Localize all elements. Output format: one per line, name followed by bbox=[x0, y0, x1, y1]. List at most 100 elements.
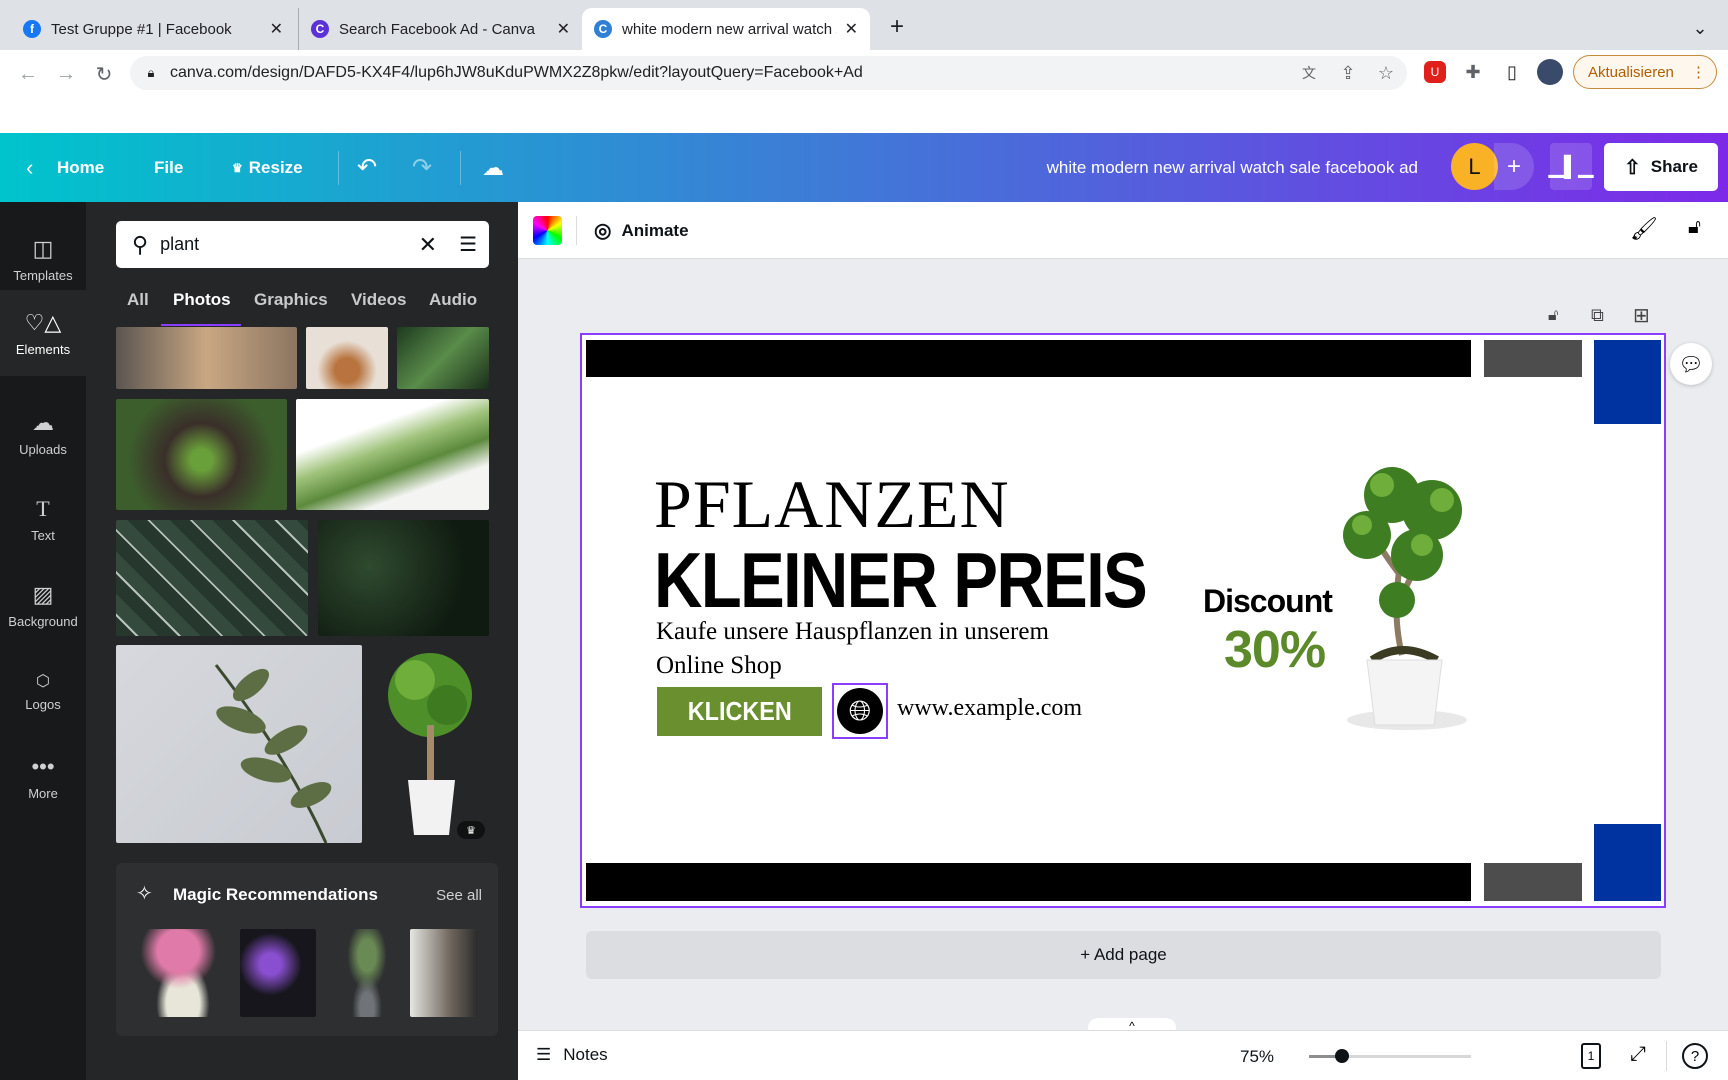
photo-thumbnail[interactable] bbox=[116, 520, 308, 636]
fullscreen-icon[interactable]: ⤢ bbox=[1630, 1043, 1646, 1066]
resize-button[interactable]: ♛ Resize bbox=[232, 133, 303, 202]
user-avatar[interactable]: L bbox=[1451, 143, 1498, 190]
add-comment-icon[interactable]: 💬︎ bbox=[1670, 343, 1712, 385]
bottom-black-bar bbox=[586, 863, 1471, 901]
website-text[interactable]: www.example.com bbox=[897, 695, 1082, 722]
sidebar-item-more[interactable]: ••• More bbox=[0, 734, 86, 820]
magic-recommendations: ✧ Magic Recommendations See all bbox=[116, 863, 498, 1036]
add-page-button[interactable]: + Add page bbox=[586, 931, 1661, 979]
see-all-link[interactable]: See all bbox=[436, 887, 482, 904]
search-input[interactable]: ⚲ plant ✕ ☰ bbox=[116, 221, 489, 268]
profile-avatar[interactable] bbox=[1537, 59, 1563, 85]
globe-icon[interactable]: 🌐︎ bbox=[832, 683, 888, 739]
background-hatch-icon: ▨ bbox=[32, 581, 54, 607]
help-icon[interactable]: ? bbox=[1682, 1043, 1708, 1069]
close-tab-icon[interactable]: ✕ bbox=[557, 19, 570, 39]
invite-plus-icon[interactable]: + bbox=[1494, 143, 1534, 190]
photo-thumbnail[interactable] bbox=[306, 327, 388, 389]
animate-button[interactable]: ◎ Animate bbox=[594, 216, 689, 245]
tab-audio[interactable]: Audio bbox=[429, 290, 477, 310]
browser-tab[interactable]: f Test Gruppe #1 | Facebook ✕ bbox=[11, 8, 295, 50]
canva-icon: C bbox=[311, 20, 329, 38]
close-tab-icon[interactable]: ✕ bbox=[270, 19, 283, 39]
redo-icon[interactable]: ↷ bbox=[412, 133, 432, 202]
add-page-icon[interactable]: ⊞ bbox=[1633, 303, 1650, 328]
reload-icon[interactable]: ↻ bbox=[90, 60, 118, 88]
search-icon: ⚲ bbox=[132, 231, 149, 257]
photo-thumbnail[interactable] bbox=[116, 399, 287, 510]
new-tab-icon[interactable]: + bbox=[884, 13, 910, 40]
insights-chart-icon[interactable]: ▁▌▁ bbox=[1549, 143, 1593, 190]
recommendation-thumbnail[interactable] bbox=[410, 929, 478, 1017]
sidebar-item-background[interactable]: ▨ Background bbox=[0, 562, 86, 648]
forward-icon[interactable]: → bbox=[52, 60, 80, 88]
undo-icon[interactable]: ↶ bbox=[357, 133, 377, 202]
browser-tab-active[interactable]: C white modern new arrival watch sale fa… bbox=[582, 8, 870, 50]
translate-icon[interactable]: 文 bbox=[1298, 62, 1320, 84]
design-canvas[interactable]: PFLANZEN KLEINER PREIS Kaufe unsere Haus… bbox=[580, 333, 1666, 908]
notes-button[interactable]: ☰ Notes bbox=[536, 1045, 608, 1065]
recommendation-thumbnail[interactable] bbox=[136, 929, 230, 1017]
active-tab-underline bbox=[161, 324, 241, 326]
paint-roller-icon[interactable]: 🖌︎ bbox=[1630, 216, 1658, 242]
zoom-slider[interactable] bbox=[1309, 1049, 1471, 1063]
facebook-icon: f bbox=[23, 20, 41, 38]
notes-icon: ☰ bbox=[536, 1045, 552, 1064]
potted-plant-image[interactable] bbox=[1322, 455, 1492, 735]
home-button[interactable]: Home bbox=[57, 133, 104, 202]
tab-all[interactable]: All bbox=[127, 290, 149, 310]
photo-thumbnail[interactable] bbox=[318, 520, 489, 636]
photo-thumbnail[interactable] bbox=[296, 399, 489, 510]
tab-graphics[interactable]: Graphics bbox=[254, 290, 328, 310]
filter-sliders-icon[interactable]: ☰ bbox=[459, 232, 477, 257]
zoom-slider-knob[interactable] bbox=[1335, 1049, 1349, 1063]
templates-icon: ◫ bbox=[32, 235, 54, 261]
bookmark-star-icon[interactable]: ☆ bbox=[1375, 62, 1397, 84]
close-tab-icon[interactable]: ✕ bbox=[845, 19, 858, 39]
design-title[interactable]: white modern new arrival watch sale face… bbox=[1047, 133, 1418, 202]
headline-kleiner-preis[interactable]: KLEINER PREIS bbox=[654, 535, 1148, 626]
top-black-bar bbox=[586, 340, 1471, 377]
page-count-icon[interactable]: 1 bbox=[1581, 1043, 1601, 1069]
update-button[interactable]: Aktualisieren ⋮ bbox=[1573, 55, 1717, 89]
subtitle-text[interactable]: Kaufe unsere Hauspflanzen in unserem Onli… bbox=[656, 615, 1049, 683]
sidebar-item-logos[interactable]: ⬡ Logos bbox=[0, 648, 86, 734]
duplicate-page-icon[interactable]: ⧉ bbox=[1591, 305, 1604, 326]
tab-list-chevron-icon[interactable]: ⌄ bbox=[1688, 16, 1712, 40]
url-bar[interactable]: 🔒︎ canva.com/design/DAFD5-KX4F4/lup6hJW8… bbox=[130, 56, 1407, 90]
browser-tab[interactable]: C Search Facebook Ad - Canva ✕ bbox=[298, 8, 582, 50]
share-button[interactable]: ⇧ Share bbox=[1604, 143, 1718, 191]
upload-icon: ⇧ bbox=[1623, 156, 1641, 179]
lock-page-icon[interactable]: 🔓︎ bbox=[1548, 307, 1558, 325]
chevron-left-icon[interactable]: ‹ bbox=[26, 133, 33, 202]
crown-icon: ♛ bbox=[232, 160, 243, 175]
extensions-puzzle-icon[interactable]: ✚ bbox=[1462, 61, 1484, 83]
sidebar-item-uploads[interactable]: ☁ Uploads bbox=[0, 390, 86, 476]
clear-search-icon[interactable]: ✕ bbox=[419, 232, 437, 258]
cloud-saved-icon[interactable]: ☁ bbox=[482, 133, 504, 202]
discount-label[interactable]: Discount bbox=[1203, 583, 1333, 620]
lock-icon: 🔒︎ bbox=[147, 65, 155, 80]
klicken-button[interactable]: KLICKEN bbox=[657, 687, 822, 736]
sidebar-item-text[interactable]: T Text bbox=[0, 476, 86, 562]
share-page-icon[interactable]: ⇪ bbox=[1337, 62, 1359, 84]
tab-videos[interactable]: Videos bbox=[351, 290, 406, 310]
canva-header: ‹ Home File ♛ Resize ↶ ↷ ☁ white modern n… bbox=[0, 133, 1728, 202]
photo-thumbnail-jade-plant[interactable]: ♛ bbox=[375, 645, 489, 843]
photo-thumbnail[interactable] bbox=[397, 327, 489, 389]
photo-thumbnail[interactable] bbox=[116, 327, 297, 389]
file-menu-button[interactable]: File bbox=[154, 133, 183, 202]
color-picker-swatch[interactable] bbox=[533, 216, 562, 245]
sidebar-item-elements[interactable]: ♡△ Elements bbox=[0, 290, 86, 376]
recommendation-thumbnail[interactable] bbox=[240, 929, 316, 1017]
photo-thumbnail[interactable] bbox=[116, 645, 362, 843]
back-icon[interactable]: ← bbox=[14, 60, 42, 88]
side-panel-icon[interactable]: ▯ bbox=[1501, 61, 1523, 83]
recommendation-thumbnail[interactable] bbox=[332, 929, 402, 1017]
tab-photos[interactable]: Photos bbox=[173, 290, 231, 310]
zoom-percent[interactable]: 75% bbox=[1240, 1047, 1274, 1067]
lock-icon[interactable]: 🔓︎ bbox=[1688, 216, 1701, 239]
discount-value[interactable]: 30% bbox=[1224, 620, 1326, 680]
adblock-extension-icon[interactable]: U bbox=[1424, 61, 1446, 83]
headline-pflanzen[interactable]: PFLANZEN bbox=[654, 465, 1010, 544]
